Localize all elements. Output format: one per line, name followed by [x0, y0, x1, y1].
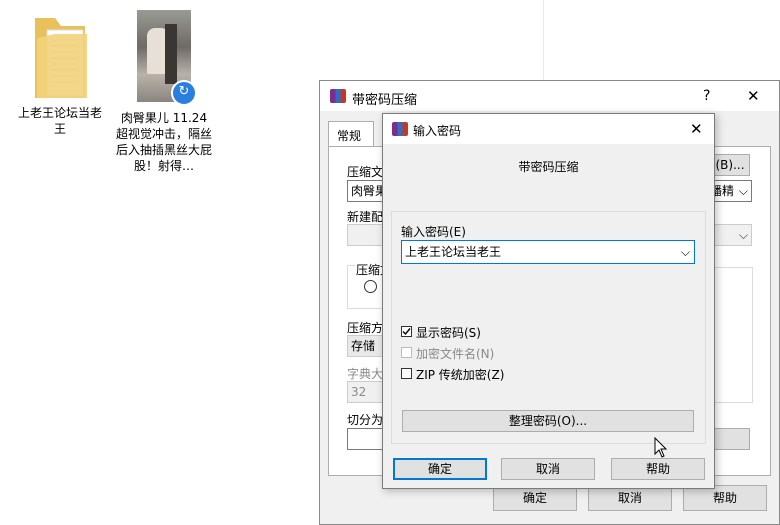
folder-icon [35, 18, 87, 98]
help-icon[interactable]: ? [703, 88, 710, 104]
desktop-video-file[interactable]: ↻ 肉臀果儿 11.24超视觉冲击，隔丝后入抽插黑丝大屁股！射得… [116, 10, 212, 174]
close-icon[interactable]: ✕ [747, 87, 760, 105]
method-dropdown[interactable]: 存储 [347, 335, 387, 357]
organize-passwords-button[interactable]: 整理密码(O)... [402, 410, 694, 432]
compression-method-label: 压缩方 [347, 321, 384, 335]
password-label: 输入密码(E) [401, 225, 466, 239]
dictionary-dropdown[interactable]: 32 [347, 381, 387, 403]
password-input[interactable]: 上老王论坛当老王 ⌵ [401, 240, 695, 264]
encrypt-filenames-label[interactable]: 加密文件名(N) [416, 345, 494, 362]
archive-name-label: 压缩文 [347, 165, 384, 179]
format-radio[interactable] [364, 280, 377, 293]
checkmark-icon [402, 328, 411, 336]
video-thumbnail: ↻ [137, 10, 197, 106]
winrar-title: 带密码压缩 [352, 93, 418, 108]
password-dialog: 输入密码 ✕ 带密码压缩 输入密码(E) 上老王论坛当老王 ⌵ 显示密码(S) … [382, 113, 715, 489]
winrar-titlebar: 带密码压缩 ? ✕ [320, 81, 779, 111]
password-cancel-button[interactable]: 取消 [501, 458, 595, 480]
password-titlebar: 输入密码 ✕ [383, 114, 714, 144]
winrar-app-icon [330, 89, 346, 103]
encrypt-filenames-checkbox[interactable] [401, 347, 412, 358]
mouse-cursor-icon [654, 437, 668, 458]
winrar-app-icon [392, 122, 408, 136]
password-help-button[interactable]: 帮助 [611, 458, 705, 480]
split-field[interactable] [347, 428, 387, 450]
chevron-down-icon: ⌵ [738, 228, 748, 242]
dictionary-label: 字典大 [347, 367, 384, 381]
desktop-divider [543, 0, 544, 80]
video-label: 肉臀果儿 11.24超视觉冲击，隔丝后入抽插黑丝大屁股！射得… [116, 111, 213, 173]
password-dialog-heading: 带密码压缩 [518, 160, 579, 174]
tab-general[interactable]: 常规 [328, 121, 374, 147]
show-password-label[interactable]: 显示密码(S) [416, 324, 481, 341]
chevron-down-icon[interactable]: ⌵ [681, 241, 690, 263]
zip-legacy-label[interactable]: ZIP 传统加密(Z) [416, 366, 504, 383]
player-badge-icon: ↻ [171, 80, 197, 106]
password-ok-button[interactable]: 确定 [393, 458, 487, 480]
chevron-down-icon: ⌵ [738, 184, 748, 198]
close-icon[interactable]: ✕ [690, 120, 703, 138]
desktop-folder-icon[interactable]: 上老王论坛当老王 [10, 10, 110, 137]
new-profile-label: 新建配 [347, 210, 384, 224]
profile-dropdown[interactable] [347, 224, 387, 246]
zip-legacy-checkbox[interactable] [401, 368, 412, 379]
password-dialog-title: 输入密码 [413, 124, 462, 138]
folder-label: 上老王论坛当老王 [17, 106, 102, 136]
browse-button[interactable]: (B)... [710, 154, 750, 176]
split-label: 切分为 [347, 413, 384, 427]
show-password-checkbox[interactable] [401, 326, 412, 337]
archive-name-field[interactable]: 肉臀果 [347, 180, 387, 202]
